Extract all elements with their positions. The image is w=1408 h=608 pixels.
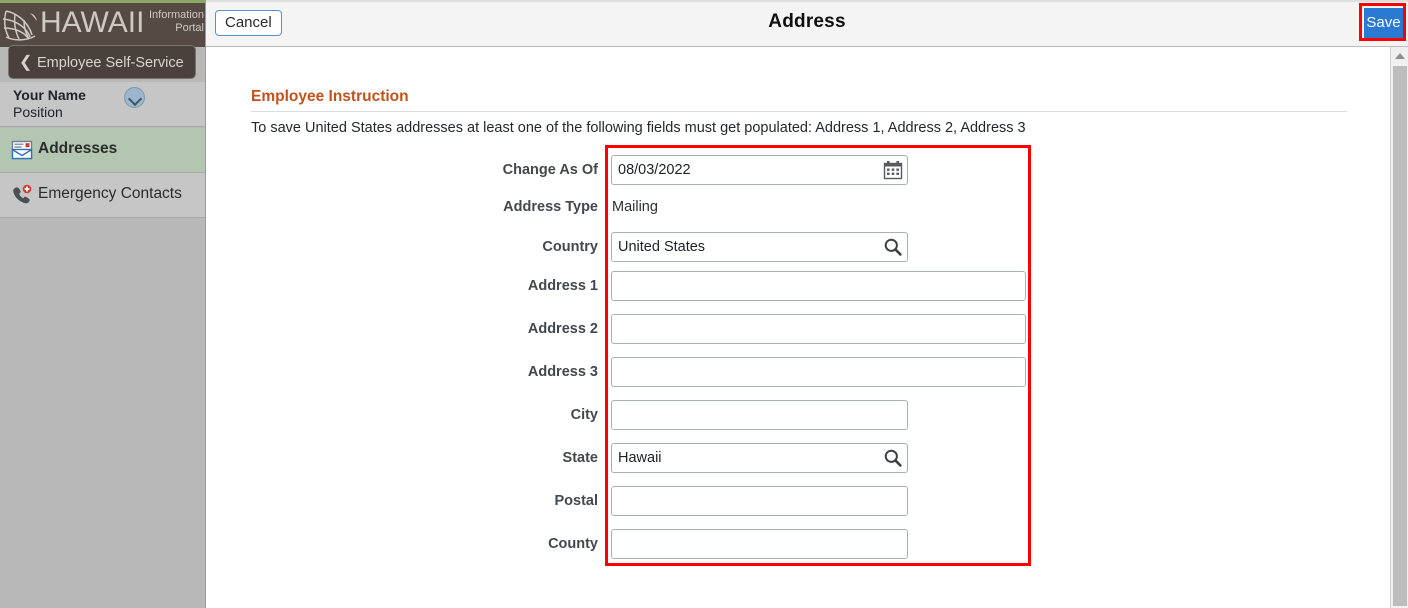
header-hairline xyxy=(206,0,1408,2)
brand-name: HAWAII xyxy=(40,6,145,39)
brand-subtitle-line2: Portal xyxy=(175,21,204,34)
chevron-down-circle-icon[interactable] xyxy=(124,87,145,108)
address-envelope-icon xyxy=(11,139,33,161)
label-postal: Postal xyxy=(554,493,598,509)
content-panel: Cancel Address Save Employee Instruction… xyxy=(205,0,1408,608)
label-state: State xyxy=(562,450,598,466)
label-county: County xyxy=(548,536,598,552)
form-body: Employee Instruction To save United Stat… xyxy=(206,48,1390,608)
sidebar: HAWAII Information Portal ❮ Employee Sel… xyxy=(0,0,205,608)
back-to-employee-self-service-button[interactable]: ❮ Employee Self-Service xyxy=(8,45,196,79)
change-as-of-input[interactable] xyxy=(611,155,908,185)
brand-subtitle: Information Portal xyxy=(136,9,204,34)
vertical-scrollbar[interactable] xyxy=(1390,47,1408,608)
page-title: Address xyxy=(768,11,846,32)
address-3-input[interactable] xyxy=(611,357,1026,387)
label-address-1: Address 1 xyxy=(527,278,598,294)
calendar-icon[interactable] xyxy=(882,159,904,181)
label-address-2: Address 2 xyxy=(527,321,598,337)
phone-emergency-icon xyxy=(11,184,33,206)
address-1-input[interactable] xyxy=(611,271,1026,301)
address-page: HAWAII Information Portal ❮ Employee Sel… xyxy=(0,0,1408,608)
sidebar-item-addresses[interactable]: Addresses xyxy=(0,128,205,173)
postal-input[interactable] xyxy=(611,486,908,516)
label-country: Country xyxy=(542,239,598,255)
sidebar-item-addresses-label: Addresses xyxy=(38,140,118,157)
sidebar-item-emergency-contacts[interactable]: Emergency Contacts xyxy=(0,173,205,218)
employee-instruction-heading: Employee Instruction xyxy=(251,88,409,105)
page-header-bar: Cancel Address Save xyxy=(206,0,1408,47)
county-input[interactable] xyxy=(611,529,908,559)
employee-instruction-text: To save United States addresses at least… xyxy=(251,120,1026,136)
user-position: Position xyxy=(13,104,63,120)
address-2-input[interactable] xyxy=(611,314,1026,344)
save-button[interactable]: Save xyxy=(1364,8,1403,38)
user-info-block: Your Name Position xyxy=(0,82,205,127)
label-address-type: Address Type xyxy=(503,199,598,215)
section-divider xyxy=(251,111,1347,112)
address-type-value: Mailing xyxy=(612,199,658,215)
label-change-as-of: Change As Of xyxy=(502,162,598,178)
scroll-thumb[interactable] xyxy=(1393,66,1407,606)
chevron-left-icon: ❮ xyxy=(19,54,33,71)
brand-wordmark: HAWAII Information Portal xyxy=(40,6,205,46)
state-input[interactable] xyxy=(611,443,908,473)
save-button-highlight: Save xyxy=(1359,3,1406,41)
brand-bar: HAWAII Information Portal xyxy=(0,0,205,47)
country-input[interactable] xyxy=(611,232,908,262)
brand-subtitle-line1: Information xyxy=(148,9,204,21)
brand-accent-stripe xyxy=(0,0,205,3)
label-city: City xyxy=(570,407,598,423)
user-name: Your Name xyxy=(13,87,86,103)
search-icon[interactable] xyxy=(882,236,904,258)
back-button-label: Employee Self-Service xyxy=(37,55,184,71)
label-address-3: Address 3 xyxy=(527,364,598,380)
sidebar-item-emergency-contacts-label: Emergency Contacts xyxy=(38,185,182,202)
city-input[interactable] xyxy=(611,400,908,430)
scroll-up-arrow-icon[interactable] xyxy=(1391,47,1408,64)
search-icon[interactable] xyxy=(882,447,904,469)
hawaii-net-logo-icon xyxy=(2,7,42,43)
